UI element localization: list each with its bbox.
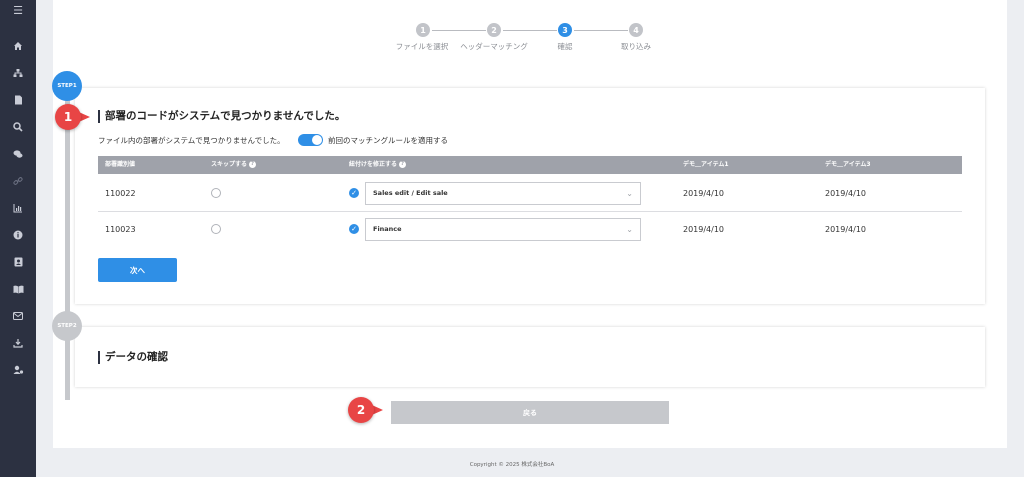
department-code-panel: 部署のコードがシステムで見つかりませんでした。 ファイル内の部署がシステムで見つ… [75,88,985,304]
step-connector [574,30,628,31]
import-stepper: 1 2 3 4 ファイルを選択 ヘッダーマッチング 確認 取り込み [0,0,1024,60]
sidebar: ☰ [0,0,36,477]
item1-cell: 2019/4/10 [683,189,725,198]
contacts-icon[interactable] [0,253,36,271]
user-settings-icon[interactable] [0,361,36,379]
data-confirmation-panel: データの確認 [75,327,985,387]
document-icon[interactable] [0,91,36,109]
item3-cell: 2019/4/10 [825,225,867,234]
column-header-dept-id: 部署識別値 [105,161,136,168]
marker-number: 1 [55,104,81,130]
annotation-marker-1: 1 [55,104,91,130]
skip-radio[interactable] [211,224,221,234]
next-button[interactable]: 次へ [98,258,177,282]
apply-previous-rule-toggle[interactable] [298,134,323,146]
department-select[interactable]: Sales edit / Edit sale ⌄ [365,182,641,205]
info-icon[interactable] [0,226,36,244]
toggle-label: 前回のマッチングルールを適用する [328,136,448,145]
chat-icon[interactable] [0,145,36,163]
fix-checkbox[interactable]: ✓ [349,188,359,198]
org-chart-icon[interactable] [0,64,36,82]
department-select[interactable]: Finance ⌄ [365,218,641,241]
help-icon[interactable]: ? [399,161,407,168]
column-header-item3: デモ＿アイテム3 [825,161,871,168]
table-row: 110022 ✓ Sales edit / Edit sale ⌄ 2019/4/… [98,176,962,212]
step2-badge: STEP2 [52,311,82,341]
step-3-circle: 3 [558,23,572,37]
chevron-down-icon: ⌄ [626,189,633,198]
book-icon[interactable] [0,280,36,298]
item3-cell: 2019/4/10 [825,189,867,198]
table-row: 110023 ✓ Finance ⌄ 2019/4/10 2019/4/10 [98,212,962,248]
section-title: 部署のコードがシステムで見つかりませんでした。 [98,110,345,123]
chart-icon[interactable] [0,199,36,217]
chevron-down-icon: ⌄ [626,225,633,234]
step-3-label: 確認 [557,42,573,51]
step1-badge: STEP1 [52,71,82,101]
column-header-fix: 紐付けを修正する? [349,156,407,174]
mail-icon[interactable] [0,307,36,325]
annotation-marker-2: 2 [348,397,384,423]
not-found-note: ファイル内の部署がシステムで見つかりませんでした。 [98,136,285,145]
section-title: データの確認 [98,351,168,364]
step-4-circle: 4 [629,23,643,37]
select-value: Sales edit / Edit sale [373,189,448,197]
copyright-footer: Copyright © 2025 株式会社BoA [469,462,555,468]
back-button[interactable]: 戻る [391,401,669,424]
search-icon[interactable] [0,118,36,136]
step-1-label: ファイルを選択 [395,42,449,51]
download-icon[interactable] [0,334,36,352]
link-icon[interactable] [0,172,36,190]
select-value: Finance [373,225,402,233]
step-4-label: 取り込み [621,42,651,51]
help-icon[interactable]: ? [249,161,257,168]
marker-number: 2 [348,397,374,423]
timeline-line [65,95,70,400]
table-header: 部署識別値 スキップする? 紐付けを修正する? デモ＿アイテム1 デモ＿アイテム… [98,156,962,174]
fix-checkbox[interactable]: ✓ [349,224,359,234]
item1-cell: 2019/4/10 [683,225,725,234]
step-1-circle: 1 [416,23,430,37]
dept-code-cell: 110023 [105,225,136,234]
column-header-item1: デモ＿アイテム1 [683,161,729,168]
skip-radio[interactable] [211,188,221,198]
step-connector [432,30,486,31]
dept-code-cell: 110022 [105,189,136,198]
step-2-label: ヘッダーマッチング [460,42,528,51]
column-header-skip-label: スキップする [211,161,248,168]
column-header-skip: スキップする? [211,156,257,174]
step-connector [503,30,557,31]
column-header-fix-label: 紐付けを修正する [349,161,398,168]
step-2-circle: 2 [487,23,501,37]
